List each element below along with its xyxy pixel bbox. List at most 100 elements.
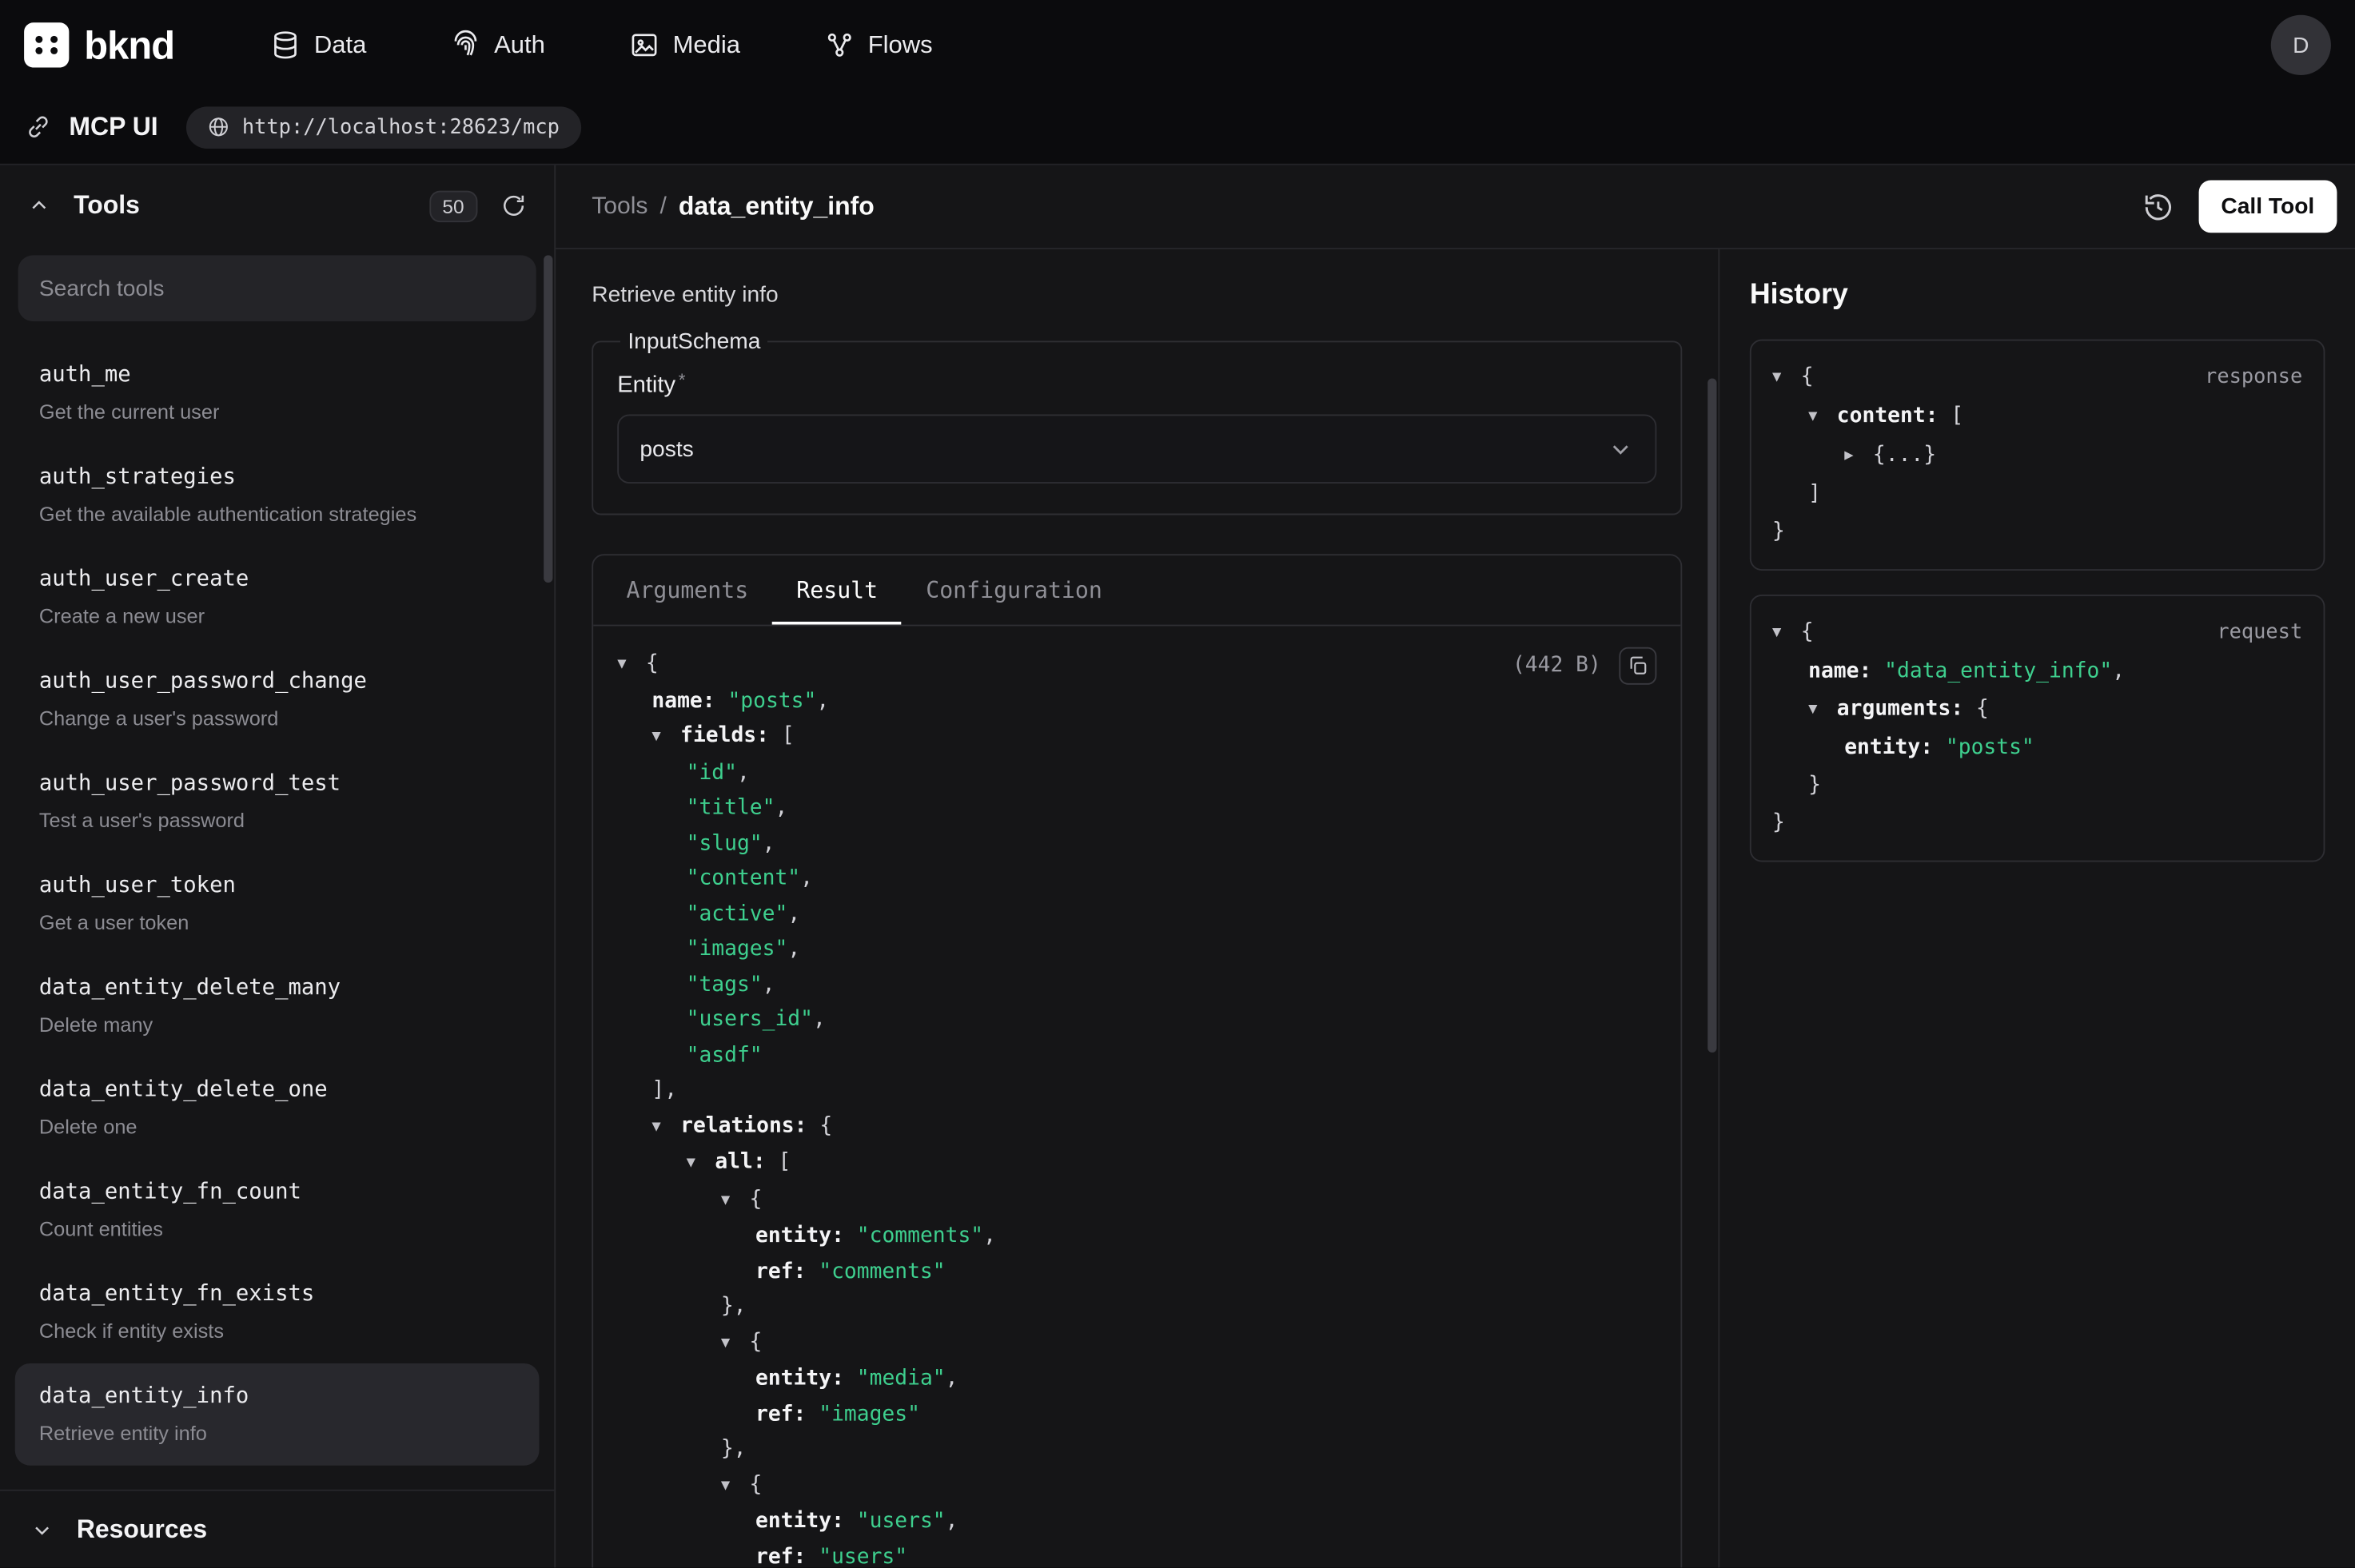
nav-item-media[interactable]: Media (629, 30, 740, 61)
tree-toggle-icon[interactable]: ▼ (617, 647, 646, 683)
json-string: "images" (806, 1402, 920, 1426)
search-tools-input[interactable] (18, 255, 536, 321)
result-panel: ArgumentsResultConfiguration (442 B) ▼{n… (592, 554, 1682, 1567)
tool-item-auth_user_password_test[interactable]: auth_user_password_testTest a user's pas… (15, 750, 540, 853)
breadcrumb-section[interactable]: Tools (592, 193, 648, 220)
tree-toggle-icon[interactable]: ▼ (1772, 614, 1801, 651)
resources-section-header[interactable]: Resources (0, 1490, 554, 1568)
tools-section-header: Tools 50 (0, 165, 554, 246)
tool-item-data_entity_fn_exists[interactable]: data_entity_fn_existsCheck if entity exi… (15, 1261, 540, 1363)
json-key: relations: (680, 1113, 807, 1137)
tree-toggle-icon[interactable]: ▼ (721, 1325, 750, 1360)
json-line: ref: "images" (617, 1397, 1656, 1432)
tool-item-auth_user_password_change[interactable]: auth_user_password_changeChange a user's… (15, 649, 540, 751)
sidebar-scrollbar[interactable] (544, 255, 552, 583)
json-string: "data_entity_info" (1871, 659, 2112, 683)
tool-item-data_entity_fn_count[interactable]: data_entity_fn_countCount entities (15, 1159, 540, 1261)
tree-toggle-icon[interactable]: ▼ (1808, 690, 1837, 728)
nav-item-data[interactable]: Data (270, 30, 366, 61)
tool-detail-scroll: Retrieve entity info InputSchema Entity*… (556, 249, 1718, 1568)
tree-toggle-icon[interactable]: ▼ (652, 719, 680, 754)
tool-item-auth_user_token[interactable]: auth_user_tokenGet a user token (15, 853, 540, 955)
json-punctuation: , (787, 937, 800, 961)
tree-toggle-icon[interactable]: ▼ (1772, 359, 1801, 396)
tool-item-auth_user_create[interactable]: auth_user_createCreate a new user (15, 547, 540, 649)
tool-item-data_entity_delete_one[interactable]: data_entity_delete_oneDelete one (15, 1057, 540, 1160)
server-url-pill[interactable]: http://localhost:28623/mcp (186, 105, 580, 148)
chevron-down-icon (30, 1518, 54, 1542)
history-entry-response[interactable]: response▼{▼content: [▶{...}]} (1750, 340, 2325, 571)
nav-item-flows[interactable]: Flows (824, 30, 932, 61)
call-tool-button[interactable]: Call Tool (2198, 180, 2337, 233)
json-line: ▼fields: [ (617, 719, 1656, 756)
tool-description: Get a user token (39, 909, 516, 937)
json-key: entity: (755, 1367, 844, 1391)
nav-label: Auth (494, 31, 545, 60)
json-punctuation: , (946, 1509, 958, 1533)
brand[interactable]: bknd (24, 22, 174, 68)
json-punctuation: , (813, 1008, 826, 1032)
json-line: "title", (617, 791, 1656, 826)
json-punctuation: { (750, 1187, 763, 1211)
json-line: "images", (617, 933, 1656, 968)
tree-toggle-icon[interactable]: ▼ (721, 1183, 750, 1218)
tool-item-data_entity_delete_many[interactable]: data_entity_delete_manyDelete many (15, 955, 540, 1057)
json-punctuation: [ (1939, 404, 1964, 428)
user-avatar[interactable]: D (2271, 15, 2331, 75)
tree-toggle-icon[interactable]: ▼ (687, 1146, 715, 1181)
tab-arguments[interactable]: Arguments (602, 555, 772, 624)
json-punctuation: , (787, 901, 800, 925)
json-line: ▼{ (617, 647, 1656, 684)
json-line: ▼relations: { (617, 1109, 1656, 1146)
json-string: "users" (806, 1544, 907, 1567)
json-line: ▼{ (617, 1325, 1656, 1362)
history-toggle-button[interactable] (2135, 184, 2180, 229)
json-line: "asdf" (617, 1038, 1656, 1073)
json-key: arguments: (1837, 697, 1963, 721)
copy-result-button[interactable] (1619, 647, 1656, 685)
server-url: http://localhost:28623/mcp (242, 115, 560, 139)
required-marker: * (679, 369, 686, 390)
json-key: name: (1808, 659, 1871, 683)
json-line: "slug", (617, 826, 1656, 862)
entity-select[interactable]: posts (617, 415, 1656, 484)
tool-name: data_entity_delete_one (39, 1075, 516, 1105)
nav-item-auth[interactable]: Auth (451, 30, 545, 61)
json-key: entity: (1844, 736, 1933, 760)
tool-item-auth_me[interactable]: auth_meGet the current user (15, 342, 540, 444)
main-scrollbar[interactable] (1707, 378, 1716, 1053)
json-key: all: (715, 1150, 765, 1174)
tool-item-auth_strategies[interactable]: auth_strategiesGet the available authent… (15, 444, 540, 547)
tool-item-data_entity_info[interactable]: data_entity_infoRetrieve entity info (15, 1363, 540, 1466)
json-punctuation: } (1772, 811, 1785, 835)
json-string: "content" (687, 866, 801, 890)
tab-configuration[interactable]: Configuration (902, 555, 1126, 624)
resources-expand-button[interactable] (24, 1511, 60, 1547)
tree-toggle-icon[interactable]: ▼ (652, 1109, 680, 1144)
tree-toggle-collapsed-icon[interactable]: ▶ (1844, 437, 1873, 475)
json-string: "comments" (806, 1259, 945, 1283)
tool-description: Get the current user (39, 398, 516, 427)
tool-header: Tools / data_entity_info Call Tool (556, 165, 2355, 249)
tree-toggle-icon[interactable]: ▼ (1808, 398, 1837, 436)
tools-collapse-button[interactable] (21, 188, 57, 224)
json-string: "slug" (687, 831, 763, 855)
json-line: } (1772, 805, 2302, 842)
tree-toggle-icon[interactable]: ▼ (721, 1468, 750, 1503)
json-line: entity: "users", (617, 1505, 1656, 1540)
json-line: name: "data_entity_info", (1772, 653, 2302, 690)
json-punctuation: }, (721, 1295, 747, 1319)
top-navbar: bknd Data Auth Media Flows D (0, 0, 2355, 90)
json-string: "users_id" (687, 1008, 813, 1032)
tool-description: Delete many (39, 1010, 516, 1039)
history-title: History (1719, 249, 2355, 340)
json-line: "active", (617, 897, 1656, 933)
nav-label: Flows (868, 31, 933, 60)
json-punctuation: { (646, 651, 659, 675)
nav-label: Data (314, 31, 366, 60)
json-key: ref: (755, 1402, 806, 1426)
refresh-tools-button[interactable] (494, 186, 533, 225)
history-entry-request[interactable]: request▼{name: "data_entity_info",▼argum… (1750, 595, 2325, 862)
tab-result[interactable]: Result (772, 555, 902, 624)
json-key: entity: (755, 1224, 844, 1248)
